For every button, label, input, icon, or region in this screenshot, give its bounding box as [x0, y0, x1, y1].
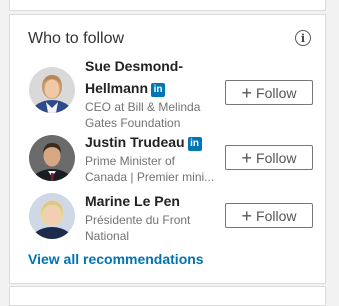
- person-name[interactable]: Justin Trudeau in: [85, 131, 215, 153]
- follow-button[interactable]: + Follow: [225, 203, 313, 228]
- card-title: Who to follow: [28, 30, 125, 47]
- person-info: Sue Desmond- Hellmann in CEO at Bill & Me…: [85, 55, 215, 131]
- view-all-recommendations-link[interactable]: View all recommendations: [28, 251, 204, 267]
- avatar[interactable]: [29, 193, 75, 239]
- person-name-line1: Marine Le Pen: [85, 193, 180, 209]
- follow-label: Follow: [256, 84, 297, 101]
- avatar[interactable]: [29, 135, 75, 181]
- linkedin-icon: in: [187, 137, 202, 151]
- person-info: Justin Trudeau in Prime Minister of Canad…: [85, 131, 215, 185]
- person-name-cont[interactable]: Hellmann in: [85, 77, 215, 99]
- info-icon[interactable]: i: [295, 30, 311, 46]
- person-name-line2: Hellmann: [85, 80, 149, 96]
- linkedin-icon: in: [151, 83, 166, 97]
- person-headline-cont: National: [85, 229, 130, 243]
- person-name[interactable]: Marine Le Pen: [85, 190, 215, 212]
- avatar[interactable]: [29, 67, 75, 113]
- person-headline-cont: Gates Foundation: [85, 116, 181, 130]
- follow-button[interactable]: + Follow: [225, 80, 313, 105]
- person-name-line1: Justin Trudeau: [85, 134, 185, 150]
- person-headline: CEO at Bill & Melinda: [85, 100, 201, 114]
- person-headline: Prime Minister of: [85, 154, 176, 168]
- person-info: Marine Le Pen Présidente du Front Nation…: [85, 190, 215, 244]
- follow-label: Follow: [256, 149, 297, 166]
- who-to-follow-card: Who to follow i Sue Desmond- Hellmann in …: [9, 14, 326, 284]
- plus-icon: +: [241, 82, 253, 103]
- person-name[interactable]: Sue Desmond-: [85, 55, 215, 77]
- next-card: [9, 286, 326, 306]
- person-headline: Présidente du Front: [85, 213, 191, 227]
- plus-icon: +: [241, 205, 253, 226]
- follow-label: Follow: [256, 207, 297, 224]
- plus-icon: +: [241, 147, 253, 168]
- person-headline-cont: Canada | Premier mini...: [85, 170, 215, 184]
- person-name-line1: Sue Desmond-: [85, 58, 184, 74]
- follow-button[interactable]: + Follow: [225, 145, 313, 170]
- card-header: Who to follow i: [28, 29, 311, 49]
- previous-card: [9, 0, 326, 11]
